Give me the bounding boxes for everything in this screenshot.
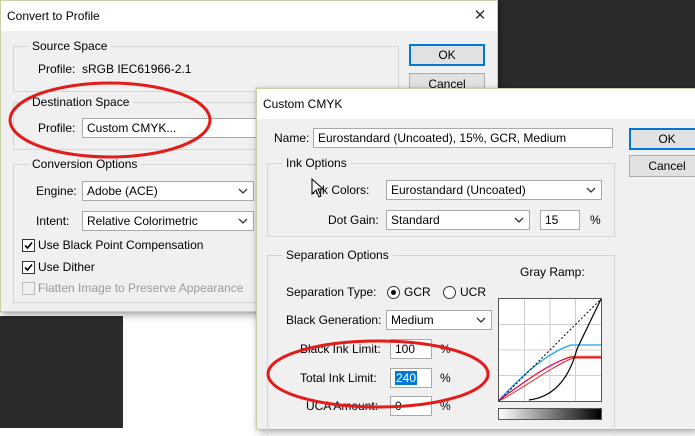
ink-options-legend: Ink Options — [282, 156, 351, 170]
total-ink-limit-unit: % — [440, 371, 451, 385]
black-generation-select[interactable]: Medium — [386, 310, 492, 330]
engine-value: Adobe (ACE) — [87, 184, 158, 198]
ok-button[interactable]: OK — [409, 44, 485, 66]
destination-space-legend: Destination Space — [28, 95, 134, 109]
gray-ramp-graph — [498, 298, 602, 402]
background-dark-area — [0, 316, 123, 428]
title-bar: Custom CMYK — [257, 89, 695, 119]
title-bar: Convert to Profile ✕ — [1, 1, 497, 31]
separation-type-label: Separation Type: — [286, 285, 377, 299]
cancel-button[interactable]: Cancel — [629, 155, 695, 177]
engine-label: Engine: — [36, 184, 77, 198]
black-ink-limit-value: 100 — [395, 342, 416, 356]
close-button[interactable]: ✕ — [463, 1, 497, 31]
black-generation-label: Black Generation: — [286, 313, 382, 327]
black-point-checkbox[interactable] — [22, 239, 35, 252]
separation-options-legend: Separation Options — [282, 248, 393, 262]
name-field[interactable]: Eurostandard (Uncoated), 15%, GCR, Mediu… — [313, 128, 613, 148]
custom-cmyk-dialog: Custom CMYK Name: Eurostandard (Uncoated… — [256, 88, 695, 436]
destination-profile-value: Custom CMYK... — [87, 121, 177, 135]
total-ink-limit-field[interactable]: 240 — [390, 368, 432, 388]
ok-button[interactable]: OK — [629, 128, 695, 150]
source-space-legend: Source Space — [28, 39, 112, 53]
mouse-cursor-icon — [311, 178, 325, 198]
dialog-title: Custom CMYK — [263, 97, 343, 111]
dither-checkbox[interactable] — [22, 261, 35, 274]
destination-profile-label: Profile: — [38, 121, 76, 135]
engine-select[interactable]: Adobe (ACE) — [82, 181, 254, 201]
intent-label: Intent: — [36, 214, 70, 228]
black-ink-limit-label: Black Ink Limit: — [300, 342, 381, 356]
conversion-options-legend: Conversion Options — [28, 157, 142, 171]
source-profile-label: Profile: — [38, 62, 76, 76]
radio-selected-dot — [391, 290, 396, 295]
source-space-group: Source Space Profile: sRGB IEC61966-2.1 — [13, 39, 399, 92]
gcr-label[interactable]: GCR — [404, 285, 431, 299]
intent-select[interactable]: Relative Colorimetric — [82, 211, 254, 231]
ucr-label[interactable]: UCR — [460, 285, 486, 299]
ucr-radio[interactable] — [443, 286, 456, 299]
name-label: Name: — [274, 131, 310, 145]
gcr-radio[interactable] — [387, 286, 400, 299]
total-ink-limit-label: Total Ink Limit: — [300, 371, 377, 385]
gray-ramp-label: Gray Ramp: — [520, 265, 585, 279]
name-value: Eurostandard (Uncoated), 15%, GCR, Mediu… — [318, 131, 567, 145]
ink-colors-select[interactable]: Eurostandard (Uncoated) — [386, 180, 602, 200]
dot-gain-mode: Standard — [391, 213, 440, 227]
chevron-down-icon — [514, 217, 524, 223]
flatten-label: Flatten Image to Preserve Appearance — [38, 281, 244, 295]
dot-gain-unit: % — [590, 213, 601, 227]
dot-gain-label: Dot Gain: — [328, 213, 379, 227]
flatten-checkbox[interactable] — [22, 282, 35, 295]
black-ink-limit-field[interactable]: 100 — [390, 339, 432, 359]
chevron-down-icon — [476, 317, 486, 323]
black-ink-limit-unit: % — [440, 342, 451, 356]
checkmark-icon — [24, 241, 33, 250]
black-point-label[interactable]: Use Black Point Compensation — [38, 238, 203, 252]
source-profile-value: sRGB IEC61966-2.1 — [82, 62, 192, 76]
dialog-title: Convert to Profile — [7, 9, 100, 23]
chevron-down-icon — [238, 218, 248, 224]
background-dark-area-top — [493, 0, 695, 88]
total-ink-limit-value: 240 — [395, 371, 418, 385]
chevron-down-icon — [238, 188, 248, 194]
dot-gain-select[interactable]: Standard — [386, 210, 530, 230]
dither-label[interactable]: Use Dither — [38, 260, 95, 274]
chevron-down-icon — [586, 187, 596, 193]
uca-amount-value: 0 — [395, 399, 402, 413]
uca-amount-unit: % — [440, 399, 451, 413]
black-generation-value: Medium — [391, 313, 434, 327]
dot-gain-value: 15 — [545, 213, 559, 227]
ink-colors-value: Eurostandard (Uncoated) — [391, 183, 526, 197]
gray-ramp-curves — [498, 298, 602, 402]
dot-gain-field[interactable]: 15 — [540, 210, 580, 230]
checkmark-icon — [24, 263, 33, 272]
gray-ramp-gradient — [498, 408, 602, 420]
ink-options-group: Ink Options Ink Colors: Eurostandard (Un… — [267, 156, 615, 237]
red-curve — [500, 357, 601, 401]
uca-amount-label: UCA Amount: — [306, 399, 379, 413]
uca-amount-field[interactable]: 0 — [390, 396, 432, 416]
intent-value: Relative Colorimetric — [87, 214, 198, 228]
